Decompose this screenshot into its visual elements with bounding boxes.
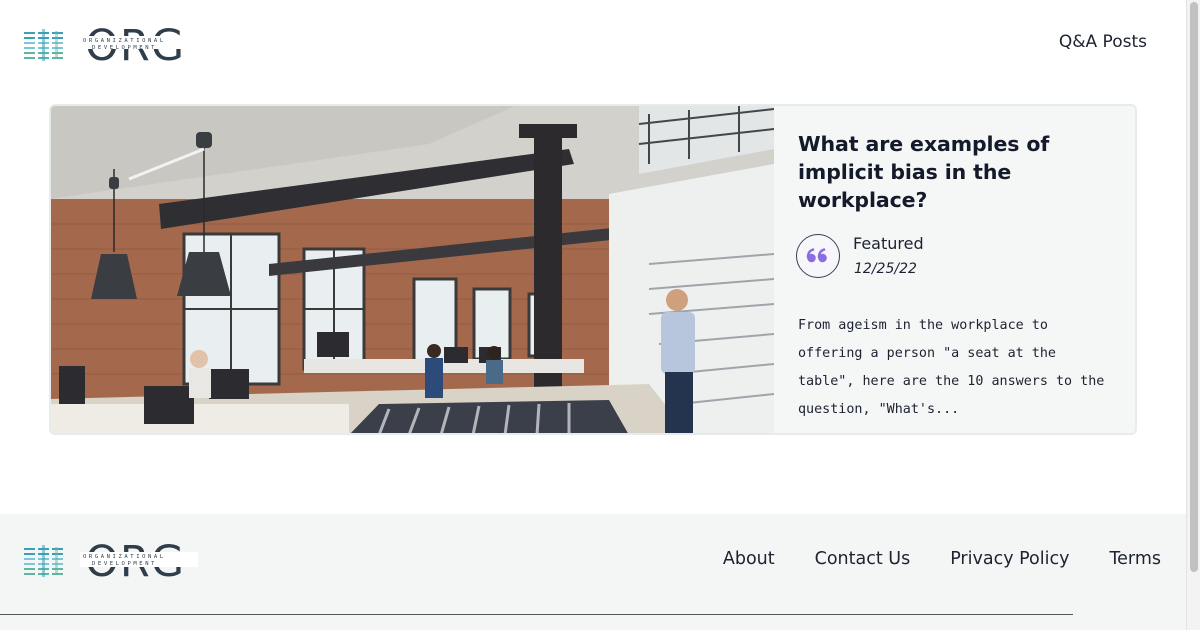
post-excerpt: From ageism in the workplace to offering… [798,318,1105,417]
logo-tagline: ORGANIZATIONAL [83,38,166,44]
footer-link-contact[interactable]: Contact Us [815,549,911,569]
logo-tagline: DEVELOPMENT [92,561,157,567]
card-content: What are examples of implicit bias in th… [796,130,1114,424]
site-logo[interactable]: ORG ORGANIZATIONAL DEVELOPMENT [22,21,188,71]
post-title[interactable]: What are examples of implicit bias in th… [798,130,1114,214]
post-meta: Featured 12/25/22 [796,234,1114,280]
footer-divider [0,614,1073,615]
footer-link-privacy[interactable]: Privacy Policy [950,549,1069,569]
featured-post-card[interactable]: What are examples of implicit bias in th… [49,104,1137,435]
logo-graphic: ORG ORGANIZATIONAL DEVELOPMENT [24,537,198,587]
avatar [796,234,840,278]
footer-link-terms[interactable]: Terms [1109,549,1161,569]
logo-bars-icon [24,29,63,61]
author-name: Featured [853,234,924,253]
scrollbar-thumb[interactable] [1190,2,1198,572]
footer-logo[interactable]: ORG ORGANIZATIONAL DEVELOPMENT [22,537,198,587]
post-date: 12/25/22 [854,261,917,277]
quote-icon [806,248,827,263]
footer-link-about[interactable]: About [723,549,775,569]
logo-graphic: ORG ORGANIZATIONAL DEVELOPMENT [24,21,186,71]
nav-qa-posts[interactable]: Q&A Posts [1059,32,1147,52]
logo-bars-icon [24,545,63,577]
open-plan-office-photo[interactable] [49,104,774,435]
logo-tagline: DEVELOPMENT [92,45,157,51]
logo-tagline: ORGANIZATIONAL [83,554,166,560]
footer-nav: About Contact Us Privacy Policy Terms [723,549,1161,569]
site-header: ORG ORGANIZATIONAL DEVELOPMENT Q&A Posts [0,0,1186,86]
page-scrollbar[interactable] [1186,0,1200,630]
